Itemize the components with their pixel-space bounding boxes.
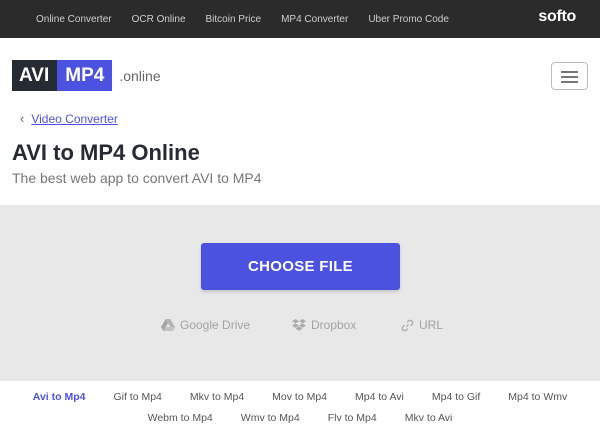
hamburger-menu-button[interactable] bbox=[551, 62, 588, 90]
hamburger-icon-line bbox=[561, 76, 578, 78]
chevron-left-icon: ‹ bbox=[20, 111, 25, 126]
google-drive-label: Google Drive bbox=[180, 318, 251, 332]
choose-file-button[interactable]: CHOOSE FILE bbox=[201, 243, 400, 290]
breadcrumb-video-converter-link[interactable]: Video Converter bbox=[31, 112, 118, 126]
page-title: AVI to MP4 Online bbox=[12, 140, 200, 165]
link-avi-to-mp4[interactable]: Avi to Mp4 bbox=[33, 391, 86, 403]
conversion-links: Avi to Mp4 Gif to Mp4 Mkv to Mp4 Mov to … bbox=[0, 381, 600, 442]
logo-mp4: MP4 bbox=[57, 60, 113, 91]
conversion-links-row-1: Avi to Mp4 Gif to Mp4 Mkv to Mp4 Mov to … bbox=[0, 391, 600, 403]
url-label: URL bbox=[419, 318, 444, 332]
link-icon bbox=[401, 319, 414, 331]
upload-dropzone[interactable] bbox=[0, 205, 600, 381]
link-wmv-to-mp4[interactable]: Wmv to Mp4 bbox=[241, 412, 300, 424]
link-gif-to-mp4[interactable]: Gif to Mp4 bbox=[113, 391, 161, 403]
link-flv-to-mp4[interactable]: Flv to Mp4 bbox=[328, 412, 377, 424]
site-logo[interactable]: AVI MP4 .online bbox=[12, 60, 161, 91]
page-subtitle: The best web app to convert AVI to MP4 bbox=[12, 170, 262, 186]
link-mp4-to-wmv[interactable]: Mp4 to Wmv bbox=[508, 391, 567, 403]
conversion-links-row-2: Webm to Mp4 Wmv to Mp4 Flv to Mp4 Mkv to… bbox=[0, 412, 600, 424]
google-drive-icon bbox=[161, 319, 175, 331]
hamburger-icon-line bbox=[561, 81, 578, 83]
dropbox-icon bbox=[292, 318, 306, 331]
hamburger-icon-line bbox=[561, 71, 578, 73]
topnav-mp4-converter[interactable]: MP4 Converter bbox=[281, 14, 348, 25]
link-mp4-to-avi[interactable]: Mp4 to Avi bbox=[355, 391, 404, 403]
link-mkv-to-mp4[interactable]: Mkv to Mp4 bbox=[190, 391, 244, 403]
topnav-bitcoin-price[interactable]: Bitcoin Price bbox=[206, 14, 262, 25]
topnav-online-converter[interactable]: Online Converter bbox=[36, 14, 112, 25]
softo-brand-logo[interactable]: softo bbox=[538, 8, 576, 26]
top-bar: Online Converter OCR Online Bitcoin Pric… bbox=[0, 0, 600, 38]
google-drive-source[interactable]: Google Drive bbox=[161, 318, 250, 332]
breadcrumb: ‹ Video Converter bbox=[20, 111, 118, 126]
link-mkv-to-avi[interactable]: Mkv to Avi bbox=[405, 412, 453, 424]
logo-suffix: .online bbox=[119, 67, 161, 84]
logo-avi: AVI bbox=[12, 60, 58, 91]
dropbox-label: Dropbox bbox=[311, 318, 357, 332]
dropbox-source[interactable]: Dropbox bbox=[292, 318, 356, 332]
url-source[interactable]: URL bbox=[401, 318, 443, 332]
top-nav: Online Converter OCR Online Bitcoin Pric… bbox=[36, 0, 469, 38]
link-mov-to-mp4[interactable]: Mov to Mp4 bbox=[272, 391, 327, 403]
topnav-ocr-online[interactable]: OCR Online bbox=[132, 14, 186, 25]
topnav-uber-promo-code[interactable]: Uber Promo Code bbox=[368, 14, 449, 25]
link-mp4-to-gif[interactable]: Mp4 to Gif bbox=[432, 391, 480, 403]
link-webm-to-mp4[interactable]: Webm to Mp4 bbox=[148, 412, 213, 424]
